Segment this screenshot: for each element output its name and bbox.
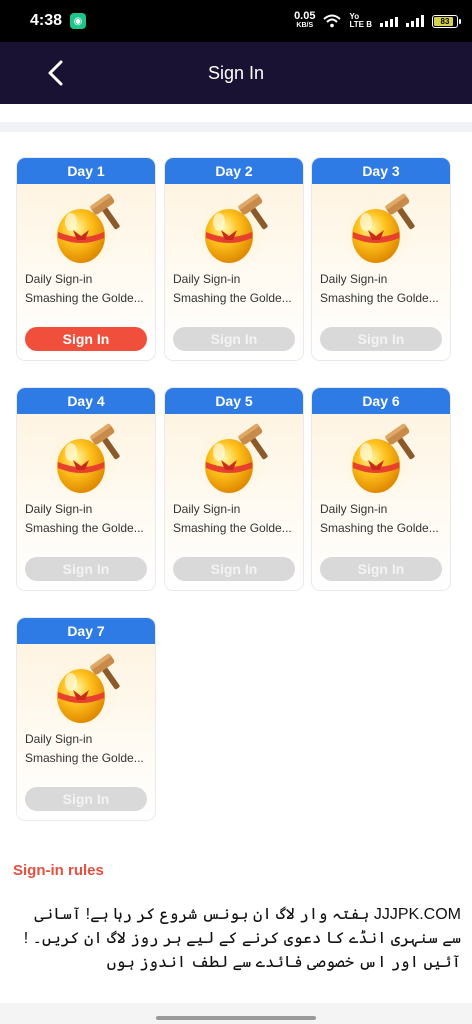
card-line2: Smashing the Golde...: [173, 521, 292, 535]
status-indicators: 0.05 KB/S Yo LTE B 83: [294, 10, 461, 30]
home-indicator[interactable]: [156, 1016, 316, 1020]
network-speed: 0.05 KB/S: [294, 10, 316, 30]
card-line1: Daily Sign-in: [173, 502, 241, 516]
battery-icon: 83: [432, 14, 461, 28]
sign-in-button[interactable]: Sign In: [25, 787, 147, 811]
golden-egg-icon: [47, 190, 125, 268]
sign-in-button[interactable]: Sign In: [173, 557, 295, 581]
sign-in-button[interactable]: Sign In: [320, 557, 442, 581]
sign-in-card-day-4: Day 4 Daily Sign-in Smashing the Golde...…: [17, 388, 155, 590]
card-line2: Smashing the Golde...: [25, 291, 144, 305]
battery-level: 83: [440, 16, 450, 26]
sign-in-button[interactable]: Sign In: [320, 327, 442, 351]
golden-egg-icon: [195, 420, 273, 498]
signal-icon: [380, 15, 398, 27]
page-title: Sign In: [207, 62, 265, 83]
card-day-label: Day 5: [165, 388, 303, 414]
divider: [0, 122, 472, 132]
volte-indicator: Yo LTE B: [349, 13, 372, 29]
back-arrow-icon[interactable]: [44, 59, 68, 87]
sign-in-card-day-3: Day 3 Daily Sign-in Smashing the Golde...…: [312, 158, 450, 360]
golden-egg-icon: [342, 190, 420, 268]
sign-in-card-day-1: Day 1 Daily Sign-in Smashing the Golde...…: [17, 158, 155, 360]
card-line2: Smashing the Golde...: [320, 291, 439, 305]
golden-egg-icon: [47, 420, 125, 498]
card-day-label: Day 3: [312, 158, 450, 184]
sign-in-button[interactable]: Sign In: [25, 557, 147, 581]
wifi-icon: [323, 14, 342, 28]
card-day-label: Day 4: [17, 388, 155, 414]
card-line1: Daily Sign-in: [173, 272, 241, 286]
sign-in-card-day-2: Day 2 Daily Sign-in Smashing the Golde...…: [165, 158, 303, 360]
sign-in-card-day-5: Day 5 Daily Sign-in Smashing the Golde...…: [165, 388, 303, 590]
card-line1: Daily Sign-in: [25, 272, 93, 286]
card-line2: Smashing the Golde...: [25, 521, 144, 535]
card-line2: Smashing the Golde...: [25, 751, 144, 765]
golden-egg-icon: [47, 650, 125, 728]
signal-icon-2: [406, 15, 424, 27]
sign-in-button[interactable]: Sign In: [25, 327, 147, 351]
status-bar: 4:38 ◉ 0.05 KB/S Yo LTE B 83: [0, 0, 472, 42]
golden-egg-icon: [342, 420, 420, 498]
sign-in-button[interactable]: Sign In: [173, 327, 295, 351]
card-line1: Daily Sign-in: [25, 502, 93, 516]
volte-bottom: LTE B: [349, 20, 372, 29]
card-line2: Smashing the Golde...: [173, 291, 292, 305]
card-line1: Daily Sign-in: [320, 502, 388, 516]
card-day-label: Day 6: [312, 388, 450, 414]
net-speed-unit: KB/S: [296, 22, 314, 29]
card-day-label: Day 2: [165, 158, 303, 184]
card-day-label: Day 1: [17, 158, 155, 184]
card-day-label: Day 7: [17, 618, 155, 644]
bottom-band: [0, 1003, 472, 1024]
rules-text: JJJPK.COM ہفتہ وار لاگ ان بونس شروع کر ر…: [23, 906, 461, 971]
status-time: 4:38: [30, 12, 63, 29]
app-header: Sign In: [0, 42, 472, 104]
sign-in-card-day-6: Day 6 Daily Sign-in Smashing the Golde...…: [312, 388, 450, 590]
card-line1: Daily Sign-in: [25, 732, 93, 746]
rules-title: Sign-in rules: [13, 862, 104, 879]
card-line2: Smashing the Golde...: [320, 521, 439, 535]
sign-in-card-day-7: Day 7 Daily Sign-in Smashing the Golde...…: [17, 618, 155, 820]
net-speed-value: 0.05: [294, 10, 316, 22]
golden-egg-icon: [195, 190, 273, 268]
chat-app-icon: ◉: [70, 13, 87, 29]
card-line1: Daily Sign-in: [320, 272, 388, 286]
